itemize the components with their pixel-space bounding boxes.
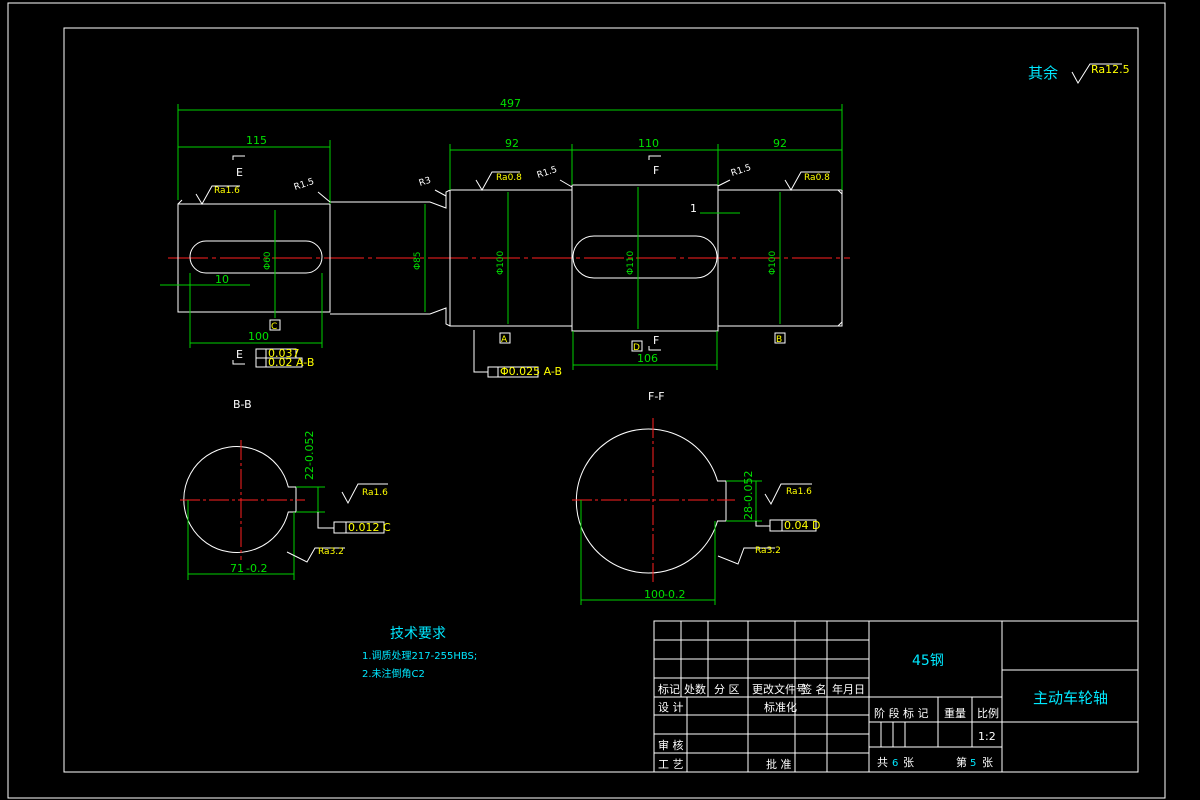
title-block: 45钢 主动车轮轴 标记 处数 分 区 更改文件号 签 名 年月日 设 计 标准… — [653, 620, 1139, 773]
ff-key: 28-0.052 — [742, 471, 755, 520]
section-mark-mid-top: F — [653, 164, 659, 177]
datums: C A D B — [269, 319, 786, 353]
tb-review: 审 核 — [658, 738, 684, 752]
bb-key: 22-0.052 — [303, 431, 316, 480]
tb-header-3: 更改文件号 — [752, 682, 807, 696]
tech-req-title: 技术要求 — [390, 626, 446, 642]
ra-bearing-left: Ra0.8 — [496, 173, 522, 183]
tb-page: 5 — [970, 758, 976, 769]
dim-dia-shoulder: Φ85 — [413, 251, 423, 270]
ff-ra-key: Ra1.6 — [786, 487, 812, 497]
dim-seg4: 110 — [638, 137, 659, 150]
dim-seg5: 92 — [773, 137, 787, 150]
tb-page-unit: 张 — [982, 756, 993, 769]
surface-note: 其余 Ra12.5 — [1028, 63, 1130, 84]
tb-material: 45钢 — [912, 653, 944, 669]
tech-requirements: 技术要求 1.调质处理217-255HBS; 2.未注倒角C2 — [362, 626, 477, 680]
section-ff: 100 -0.2 28-0.052 Ra1.6 0.04 D Ra3.2 — [572, 418, 820, 605]
tb-weight: 重量 — [944, 706, 966, 720]
tech-req-line-1: 1.调质处理217-255HBS; — [362, 650, 477, 662]
section-mark-left-bot: E — [236, 348, 243, 361]
ff-ra-outer: Ra3.2 — [755, 546, 781, 556]
fillet-3: R1.5 — [536, 165, 559, 181]
tol-left-2: 0.02 A-B — [268, 356, 314, 369]
tb-header-4: 签 名 — [801, 682, 827, 696]
inner-frame — [63, 27, 1139, 773]
tb-total-unit: 张 — [903, 756, 914, 769]
tol-mid: Φ0.025 A-B — [500, 365, 562, 378]
dim-dia-end: Φ60 — [263, 251, 273, 270]
tb-header-0: 标记 — [658, 682, 680, 696]
bb-ra-key: Ra1.6 — [362, 488, 388, 498]
tb-total-label: 共 — [877, 756, 888, 769]
ff-tol: 0.04 D — [784, 519, 820, 532]
datum-d: D — [633, 343, 640, 353]
section-label-ff: F-F — [648, 390, 665, 403]
datum-a: A — [501, 335, 508, 345]
ff-width-tol: -0.2 — [664, 588, 685, 601]
bb-width-tol: -0.2 — [246, 562, 267, 575]
dim-keyway2-len: 106 — [637, 352, 658, 365]
tb-header-1: 处数 — [684, 683, 706, 696]
tech-req-line-2: 2.未注倒角C2 — [362, 667, 425, 680]
dim-seg3: 92 — [505, 137, 519, 150]
section-label-bb: B-B — [233, 398, 252, 411]
ra-bearing-right: Ra0.8 — [804, 173, 830, 183]
dim-keyway1-len: 100 — [248, 330, 269, 343]
dim-overall: 497 — [500, 97, 521, 110]
tb-header-2: 分 区 — [714, 683, 740, 696]
bb-ra-outer: Ra3.2 — [318, 547, 344, 557]
fillet-4: R1.5 — [730, 163, 753, 179]
tb-design: 设 计 — [658, 701, 684, 714]
section-mark-left-top: E — [236, 166, 243, 179]
ff-width: 100 — [644, 588, 665, 601]
datum-b: B — [776, 335, 782, 345]
tb-total: 6 — [892, 758, 898, 769]
chamfer-left-top — [177, 199, 183, 205]
outer-frame — [7, 2, 1166, 799]
tb-approve: 批 准 — [766, 757, 792, 771]
surface-note-label: 其余 — [1028, 64, 1058, 82]
dim-keyway1-offset: 10 — [215, 273, 229, 286]
dim-step: 1 — [690, 202, 697, 215]
tb-process: 工 艺 — [658, 758, 684, 771]
section-mark-mid-bot: F — [653, 334, 659, 347]
tb-stage: 阶 段 标 记 — [874, 706, 929, 720]
dim-dia-bearing-left: Φ100 — [496, 250, 506, 275]
surface-note-ra: Ra12.5 — [1091, 63, 1130, 76]
keyway-left — [189, 240, 323, 274]
chamfer-right-bot — [837, 321, 843, 327]
tb-scale-label: 比例 — [977, 706, 999, 720]
fillet-1: R1.5 — [293, 177, 316, 193]
dim-seg1: 115 — [246, 134, 267, 147]
bb-width: 71 — [230, 562, 244, 575]
dim-dia-bearing-right: Φ100 — [768, 250, 778, 275]
bb-tol: 0.012 C — [348, 521, 391, 534]
tb-page-label: 第 — [956, 755, 967, 769]
section-ff-body — [575, 428, 727, 574]
tb-header-5: 年月日 — [832, 682, 865, 696]
drawing-canvas: 其余 Ra12.5 497 115 92 110 92 100 10 106 1… — [7, 2, 1166, 799]
fillets: R1.5 R3 R1.5 R1.5 — [293, 163, 753, 203]
dimensions-main: 497 115 92 110 92 100 10 106 1 Φ60 Φ85 Φ… — [160, 97, 843, 370]
section-bb: 71 -0.2 22-0.052 Ra1.6 0.012 C Ra3.2 — [180, 431, 391, 580]
keyway-mid — [572, 235, 718, 279]
tb-standard: 标准化 — [764, 700, 797, 714]
datum-c: C — [271, 322, 277, 332]
fillet-2: R3 — [418, 176, 432, 189]
tolerance-frames: 0.037 0.02 A-B Φ0.025 A-B — [255, 330, 562, 378]
dim-dia-mid: Φ110 — [626, 250, 636, 275]
chamfer-right-top — [837, 189, 843, 195]
tb-scale: 1:2 — [978, 730, 996, 743]
ra-end-left: Ra1.6 — [214, 186, 240, 196]
tb-part-name: 主动车轮轴 — [1033, 689, 1108, 707]
